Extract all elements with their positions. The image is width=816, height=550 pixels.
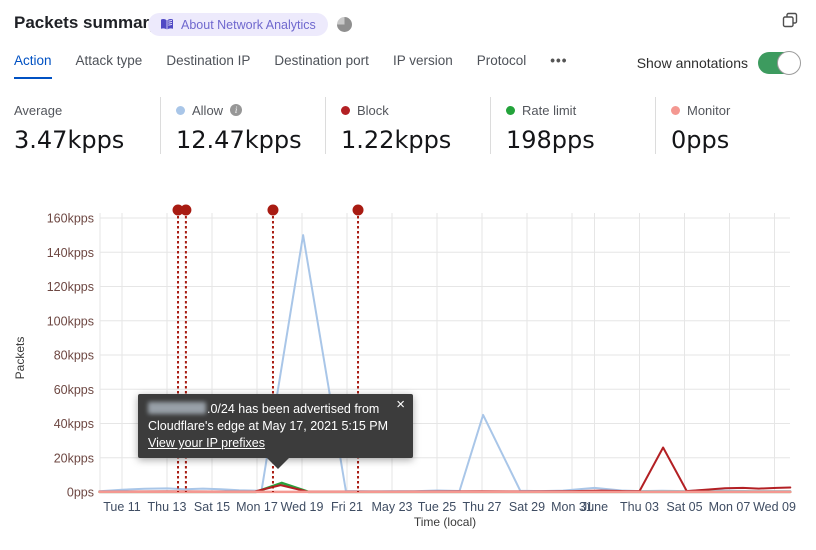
x-tick-label: Wed 09	[753, 500, 796, 514]
annotation-marker[interactable]	[267, 204, 279, 216]
y-tick-label: 140kpps	[47, 246, 94, 260]
tooltip-close-icon[interactable]: ×	[396, 396, 405, 413]
y-tick-label: 120kpps	[47, 280, 94, 294]
annotation-marker[interactable]	[352, 204, 364, 216]
x-tick-label: Thu 03	[620, 500, 659, 514]
y-tick-label: 40kpps	[54, 417, 94, 431]
redacted-ip	[148, 402, 206, 414]
x-tick-label: Fri 21	[331, 500, 363, 514]
x-tick-label: Mon 07	[709, 500, 751, 514]
annotation-marker[interactable]	[180, 204, 192, 216]
x-tick-label: Tue 25	[418, 500, 457, 514]
y-tick-label: 0pps	[67, 486, 94, 500]
y-tick-label: 100kpps	[47, 314, 94, 328]
tooltip-line2: Cloudflare's edge at May 17, 2021 5:15 P…	[148, 419, 389, 433]
packets-chart: 0pps 20kpps 40kpps 60kpps 80kpps 100kpps 120kp…	[0, 0, 816, 545]
x-tick-label: Tue 11	[103, 500, 141, 514]
tooltip-line1: .0/24 has been advertised from	[148, 401, 403, 418]
annotation-tooltip: × .0/24 has been advertised from Cloudfl…	[138, 394, 413, 469]
tooltip-caret	[267, 458, 289, 469]
x-axis-title: Time (local)	[414, 515, 476, 529]
y-tick-label: 80kpps	[54, 349, 94, 363]
x-tick-label: Sat 29	[509, 500, 545, 514]
x-tick-label: Wed 19	[281, 500, 324, 514]
y-tick-label: 60kpps	[54, 383, 94, 397]
y-tick-label: 160kpps	[47, 212, 94, 226]
view-ip-prefixes-link[interactable]: View your IP prefixes	[148, 436, 265, 450]
x-tick-label: Thu 27	[463, 500, 502, 514]
x-tick-label: June	[581, 500, 608, 514]
x-tick-label: Sat 05	[666, 500, 702, 514]
x-tick-label: Sat 15	[194, 500, 230, 514]
x-tick-label: May 23	[372, 500, 413, 514]
y-axis-title: Packets	[13, 337, 27, 380]
x-tick-label: Mon 17	[236, 500, 278, 514]
y-tick-label: 20kpps	[54, 451, 94, 465]
x-tick-label: Thu 13	[148, 500, 187, 514]
